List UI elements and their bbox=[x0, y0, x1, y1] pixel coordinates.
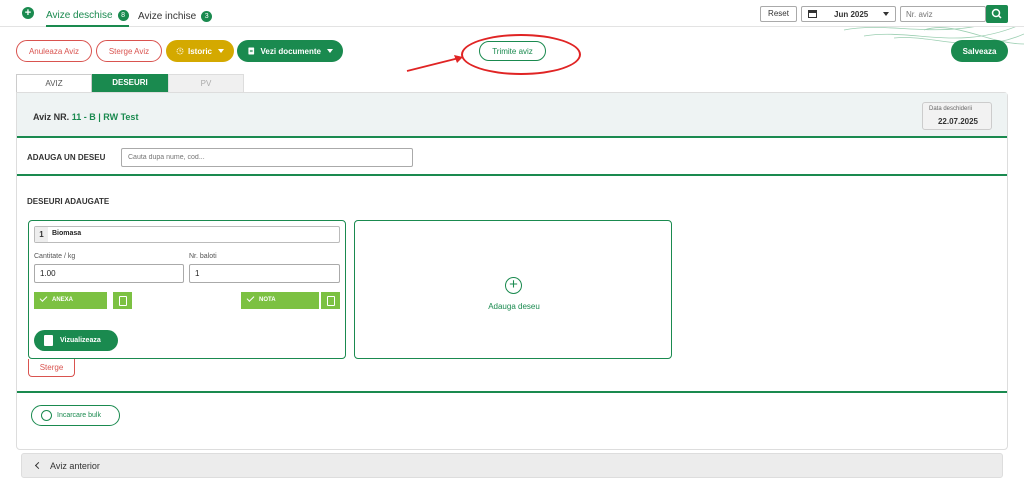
vezi-documente-button[interactable]: Vezi documente bbox=[237, 40, 343, 62]
search-icon bbox=[991, 8, 1002, 19]
check-icon bbox=[246, 294, 255, 302]
qty-label: Cantitate / kg bbox=[34, 253, 76, 260]
vezi-label: Vezi documente bbox=[260, 46, 321, 56]
add-waste-label: ADAUGA UN DESEU bbox=[27, 153, 106, 162]
month-picker[interactable]: Jun 2025 bbox=[801, 6, 896, 22]
tab-label: Avize inchise bbox=[138, 10, 197, 22]
month-value: Jun 2025 bbox=[834, 10, 869, 19]
file-upload-icon bbox=[119, 296, 127, 306]
search-button[interactable] bbox=[986, 5, 1008, 23]
count-badge: 3 bbox=[201, 10, 213, 22]
new-aviz-plus-icon[interactable]: + bbox=[22, 7, 34, 19]
documents-icon bbox=[248, 47, 255, 55]
nota-upload-button[interactable] bbox=[320, 292, 340, 309]
chevron-down-icon bbox=[218, 49, 224, 53]
annotation-arrow bbox=[406, 55, 463, 72]
incarcare-bulk-button[interactable]: Incarcare bulk bbox=[31, 405, 120, 426]
date-label: Data deschiderii bbox=[929, 106, 973, 112]
upload-icon bbox=[41, 410, 52, 421]
add-waste-card-label: Adauga deseu bbox=[488, 302, 540, 311]
aviz-name: RW Test bbox=[103, 112, 139, 122]
date-value: 22.07.2025 bbox=[937, 117, 979, 126]
tab-label: Avize deschise bbox=[46, 9, 113, 21]
aviz-title: Aviz NR. 11 - B | RW Test bbox=[33, 112, 138, 122]
add-waste-card[interactable]: + Adauga deseu bbox=[354, 220, 672, 359]
reset-button[interactable]: Reset bbox=[760, 6, 797, 22]
clock-icon bbox=[176, 47, 184, 55]
tab-avize-deschise[interactable]: Avize deschise 8 bbox=[46, 5, 129, 27]
waste-search-input[interactable] bbox=[121, 148, 413, 167]
waste-name: Biomasa bbox=[52, 230, 82, 237]
anuleaza-aviz-button[interactable]: Anuleaza Aviz bbox=[16, 40, 92, 62]
aviz-number: 11 - B bbox=[71, 112, 96, 122]
previous-aviz-label: Aviz anterior bbox=[50, 461, 100, 471]
tab-deseuri[interactable]: DESEURI bbox=[92, 74, 168, 92]
anexa-button[interactable]: ANEXA bbox=[34, 292, 107, 309]
file-upload-icon bbox=[327, 296, 335, 306]
main-panel: Aviz NR. 11 - B | RW Test Data deschider… bbox=[16, 92, 1008, 450]
anexa-label: ANEXA bbox=[52, 297, 74, 303]
waste-name-field[interactable]: 1 Biomasa bbox=[34, 226, 340, 243]
added-waste-title: DESEURI ADAUGATE bbox=[27, 197, 110, 206]
tab-aviz[interactable]: AVIZ bbox=[16, 74, 92, 92]
tab-avize-inchise[interactable]: Avize inchise 3 bbox=[138, 5, 213, 27]
anexa-upload-button[interactable] bbox=[112, 292, 132, 309]
previous-aviz-bar[interactable]: Aviz anterior bbox=[21, 453, 1003, 478]
nota-button[interactable]: NOTA bbox=[241, 292, 319, 309]
vizualizeaza-button[interactable]: Vizualizeaza bbox=[34, 330, 118, 351]
bales-input[interactable]: 1 bbox=[189, 264, 340, 283]
bulk-label: Incarcare bulk bbox=[57, 412, 101, 419]
istoric-button[interactable]: Istoric bbox=[166, 40, 234, 62]
sterge-aviz-button[interactable]: Sterge Aviz bbox=[96, 40, 162, 62]
qty-input[interactable]: 1.00 bbox=[34, 264, 184, 283]
waste-index: 1 bbox=[35, 227, 48, 242]
aviz-separator: | bbox=[98, 112, 101, 122]
count-badge: 8 bbox=[117, 9, 129, 21]
check-icon bbox=[39, 294, 48, 302]
plus-circle-icon: + bbox=[505, 277, 522, 294]
istoric-label: Istoric bbox=[187, 46, 212, 56]
chevron-down-icon bbox=[883, 12, 889, 16]
document-icon bbox=[44, 335, 53, 346]
calendar-icon bbox=[808, 10, 817, 18]
chevron-down-icon bbox=[327, 49, 333, 53]
divider bbox=[17, 391, 1007, 393]
annotation-circle bbox=[461, 34, 581, 75]
bales-label: Nr. baloti bbox=[189, 253, 217, 260]
opening-date-card: Data deschiderii 22.07.2025 bbox=[922, 102, 992, 130]
waste-card: 1 Biomasa Cantitate / kg 1.00 Nr. baloti… bbox=[28, 220, 346, 359]
salveaza-button[interactable]: Salveaza bbox=[951, 40, 1008, 62]
tab-pv[interactable]: PV bbox=[168, 74, 244, 92]
aviz-prefix: Aviz NR. bbox=[33, 112, 70, 122]
add-waste-row: ADAUGA UN DESEU bbox=[17, 140, 1007, 176]
nr-aviz-input[interactable] bbox=[900, 6, 986, 22]
sterge-waste-button[interactable]: Sterge bbox=[28, 359, 75, 377]
chevron-left-icon bbox=[34, 461, 43, 470]
nota-label: NOTA bbox=[259, 297, 276, 303]
aviz-header: Aviz NR. 11 - B | RW Test Data deschider… bbox=[17, 93, 1007, 138]
viz-label: Vizualizeaza bbox=[60, 337, 101, 344]
